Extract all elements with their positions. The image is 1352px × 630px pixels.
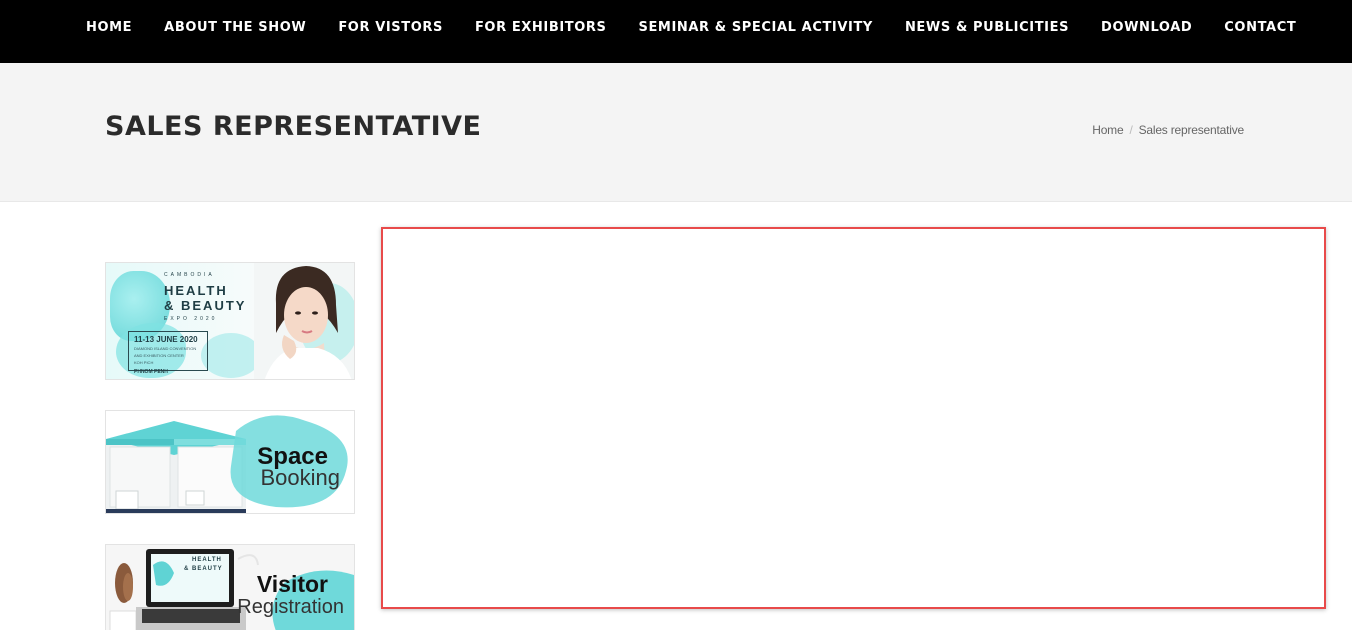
- main-content-area: [381, 227, 1326, 609]
- space-booking-banner[interactable]: Space Booking: [105, 410, 355, 514]
- expo-date: 11-13 JUNE 2020: [134, 335, 198, 344]
- breadcrumb-separator: /: [1129, 123, 1133, 137]
- expo-banner[interactable]: CAMBODIA HEALTH & BEAUTY EXPO 2020 11-13…: [105, 262, 355, 380]
- space-title-line2: Booking: [260, 465, 340, 490]
- expo-title-line2: & BEAUTY: [164, 298, 247, 313]
- visitor-registration-banner[interactable]: HEALTH & BEAUTY Visitor Registration: [105, 544, 355, 630]
- teal-blob-shape: [201, 333, 261, 378]
- expo-country: CAMBODIA: [164, 272, 215, 278]
- nav-item-seminar[interactable]: SEMINAR & SPECIAL ACTIVITY: [638, 20, 872, 35]
- main-navigation: HOME ABOUT THE SHOW FOR VISTORS FOR EXHI…: [0, 0, 1352, 63]
- visitor-title-line1: Visitor: [256, 571, 328, 597]
- laptop-screen-line2: & BEAUTY: [184, 566, 223, 572]
- nav-item-home[interactable]: HOME: [86, 20, 132, 35]
- expo-title-line1: HEALTH: [164, 283, 228, 298]
- nav-item-about-the-show[interactable]: ABOUT THE SHOW: [164, 20, 306, 35]
- nav-item-for-visitors[interactable]: FOR VISTORS: [338, 20, 443, 35]
- nav-item-contact[interactable]: CONTACT: [1224, 20, 1296, 35]
- page-title: SALES REPRESENTATIVE: [105, 111, 482, 142]
- nav-item-for-exhibitors[interactable]: FOR EXHIBITORS: [475, 20, 607, 35]
- model-portrait-image: [254, 263, 354, 379]
- laptop-screen-line1: HEALTH: [192, 557, 222, 563]
- expo-subtitle: EXPO 2020: [164, 316, 218, 322]
- breadcrumb-home-link[interactable]: Home: [1092, 123, 1123, 137]
- expo-date-box: 11-13 JUNE 2020 DIAMOND ISLAND CONVENTIO…: [128, 331, 208, 375]
- nav-item-news[interactable]: NEWS & PUBLICITIES: [905, 20, 1069, 35]
- expo-city: PHNOM PENH: [134, 369, 168, 375]
- expo-venue-line1: DIAMOND ISLAND CONVENTION: [134, 346, 197, 351]
- breadcrumb: Home / Sales representative: [1092, 123, 1244, 137]
- page-title-bar: SALES REPRESENTATIVE Home / Sales represen…: [0, 63, 1352, 202]
- expo-venue-line3: KOH PICH: [134, 360, 154, 365]
- expo-venue-line2: AND EXHIBITION CENTER: [134, 353, 184, 358]
- visitor-title-line2: Registration: [237, 596, 344, 618]
- nav-item-download[interactable]: DOWNLOAD: [1101, 20, 1192, 35]
- breadcrumb-current: Sales representative: [1138, 123, 1245, 137]
